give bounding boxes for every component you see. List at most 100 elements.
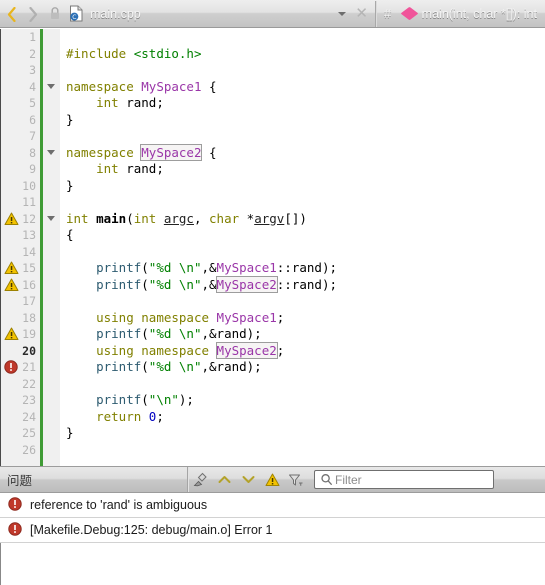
code-line[interactable]: int rand; bbox=[60, 95, 545, 112]
code-line[interactable]: #include <stdio.h> bbox=[60, 46, 545, 63]
code-line[interactable]: using namespace MySpace2; bbox=[60, 341, 545, 360]
open-file-chip[interactable]: C main.cpp bbox=[66, 1, 141, 27]
close-file-button[interactable]: ✕ bbox=[351, 1, 373, 27]
code-line[interactable] bbox=[60, 244, 545, 261]
warning-marker[interactable] bbox=[4, 261, 19, 275]
gutter-line[interactable]: 6 bbox=[1, 112, 40, 129]
gutter-line[interactable]: 12 bbox=[1, 211, 40, 228]
fold-cell bbox=[43, 95, 60, 112]
navigate-back-button[interactable] bbox=[0, 1, 22, 27]
issues-filter-box[interactable]: Filter bbox=[314, 470, 495, 489]
next-issue-button[interactable] bbox=[236, 467, 260, 492]
symbol-name-label[interactable]: main(int, char *[]): int bbox=[422, 7, 545, 21]
error-marker[interactable] bbox=[4, 360, 19, 374]
line-number: 14 bbox=[22, 244, 36, 259]
fold-cell[interactable] bbox=[43, 145, 60, 162]
code-line[interactable]: namespace MySpace1 { bbox=[60, 79, 545, 96]
code-line[interactable]: } bbox=[60, 178, 545, 195]
code-line[interactable] bbox=[60, 128, 545, 145]
warning-marker[interactable] bbox=[4, 327, 19, 341]
code-line[interactable]: printf("%d \n",&MySpace1::rand); bbox=[60, 260, 545, 277]
code-line[interactable] bbox=[60, 62, 545, 79]
code-text-area[interactable]: #include <stdio.h> namespace MySpace1 { … bbox=[60, 29, 545, 466]
gutter-line[interactable]: 8 bbox=[1, 145, 40, 162]
line-number-gutter[interactable]: 1 2 3 4 5 6 7 8 9 10 11 12 13 14 15 16 17 18 19 20 21 22 23 24 2… bbox=[1, 29, 40, 466]
chevron-down-icon bbox=[242, 474, 255, 485]
code-line[interactable]: } bbox=[60, 112, 545, 129]
gutter-line[interactable]: 17 bbox=[1, 293, 40, 310]
code-line[interactable] bbox=[60, 376, 545, 393]
code-line-text: printf("%d \n",&MySpace1::rand); bbox=[96, 260, 337, 275]
line-number: 21 bbox=[22, 360, 36, 374]
code-line[interactable]: int rand; bbox=[60, 161, 545, 178]
gutter-line[interactable]: 3 bbox=[1, 62, 40, 79]
fold-cell[interactable] bbox=[43, 79, 60, 96]
gutter-line[interactable]: 18 bbox=[1, 310, 40, 327]
gutter-line[interactable]: 4 bbox=[1, 79, 40, 96]
code-line[interactable]: printf("%d \n",&rand); bbox=[60, 359, 545, 376]
code-line[interactable]: using namespace MySpace1; bbox=[60, 310, 545, 327]
code-line[interactable]: printf("%d \n",&MySpace2::rand); bbox=[60, 275, 545, 294]
cpp-file-icon: C bbox=[68, 5, 85, 22]
gutter-line[interactable]: 26 bbox=[1, 442, 40, 459]
fold-cell[interactable] bbox=[43, 211, 60, 228]
code-line[interactable] bbox=[60, 29, 545, 46]
gutter-line[interactable]: 2 bbox=[1, 46, 40, 63]
code-line[interactable]: int main(int argc, char *argv[]) bbox=[60, 211, 545, 228]
gutter-line[interactable]: 15 bbox=[1, 260, 40, 277]
gutter-line[interactable]: 24 bbox=[1, 409, 40, 426]
warning-triangle-icon bbox=[265, 473, 280, 487]
gutter-line[interactable]: 20 bbox=[1, 343, 40, 360]
code-line[interactable] bbox=[60, 442, 545, 459]
code-line[interactable]: } bbox=[60, 425, 545, 442]
fold-collapse-icon[interactable] bbox=[47, 215, 55, 221]
clear-issues-button[interactable] bbox=[188, 467, 212, 492]
gutter-line[interactable]: 10 bbox=[1, 178, 40, 195]
hash-button[interactable]: # bbox=[378, 1, 398, 27]
code-line[interactable] bbox=[60, 293, 545, 310]
gutter-line[interactable]: 23 bbox=[1, 392, 40, 409]
fold-collapse-icon[interactable] bbox=[47, 149, 55, 155]
filter-options-button[interactable] bbox=[284, 467, 308, 492]
function-diamond-icon bbox=[400, 6, 419, 21]
fold-collapse-icon[interactable] bbox=[47, 83, 55, 89]
code-line[interactable]: return 0; bbox=[60, 409, 545, 426]
warning-marker[interactable] bbox=[4, 212, 19, 226]
gutter-line[interactable]: 7 bbox=[1, 128, 40, 145]
fold-column[interactable] bbox=[43, 29, 61, 466]
gutter-line[interactable]: 1 bbox=[1, 29, 40, 46]
code-line[interactable]: printf("%d \n",&rand); bbox=[60, 326, 545, 343]
navigate-forward-button[interactable] bbox=[22, 1, 44, 27]
lock-file-button[interactable] bbox=[44, 1, 66, 27]
issues-list[interactable]: reference to 'rand' is ambiguous [Makefil… bbox=[0, 493, 545, 543]
previous-issue-button[interactable] bbox=[212, 467, 236, 492]
issue-row[interactable]: [Makefile.Debug:125: debug/main.o] Error… bbox=[0, 518, 545, 543]
gutter-line[interactable]: 5 bbox=[1, 95, 40, 112]
gutter-line[interactable]: 19 bbox=[1, 326, 40, 343]
issues-filter-placeholder[interactable]: Filter bbox=[333, 473, 362, 487]
gutter-line[interactable]: 22 bbox=[1, 376, 40, 393]
gutter-line[interactable]: 9 bbox=[1, 161, 40, 178]
warning-marker[interactable] bbox=[4, 278, 19, 292]
gutter-line[interactable]: 13 bbox=[1, 227, 40, 244]
gutter-line[interactable]: 11 bbox=[1, 194, 40, 211]
gutter-line[interactable]: 25 bbox=[1, 425, 40, 442]
code-line[interactable]: namespace MySpace2 { bbox=[60, 143, 545, 162]
line-number: 8 bbox=[29, 145, 36, 160]
line-number: 2 bbox=[29, 46, 36, 61]
gutter-line[interactable]: 16 bbox=[1, 277, 40, 294]
code-line[interactable]: { bbox=[60, 227, 545, 244]
gutter-line[interactable]: 14 bbox=[1, 244, 40, 261]
filter-funnel-icon bbox=[288, 473, 304, 487]
fold-cell bbox=[43, 409, 60, 426]
chevron-up-icon bbox=[218, 474, 231, 485]
code-line[interactable]: printf("\n"); bbox=[60, 392, 545, 409]
issue-row[interactable]: reference to 'rand' is ambiguous bbox=[0, 493, 545, 518]
code-editor[interactable]: 1 2 3 4 5 6 7 8 9 10 11 12 13 14 15 16 17 18 19 20 21 22 23 24 2… bbox=[0, 29, 545, 466]
gutter-line[interactable]: 21 bbox=[1, 359, 40, 376]
toggle-warnings-button[interactable] bbox=[260, 467, 284, 492]
code-line-text: { bbox=[66, 227, 74, 242]
code-line[interactable] bbox=[60, 194, 545, 211]
file-dropdown-button[interactable] bbox=[333, 1, 351, 27]
